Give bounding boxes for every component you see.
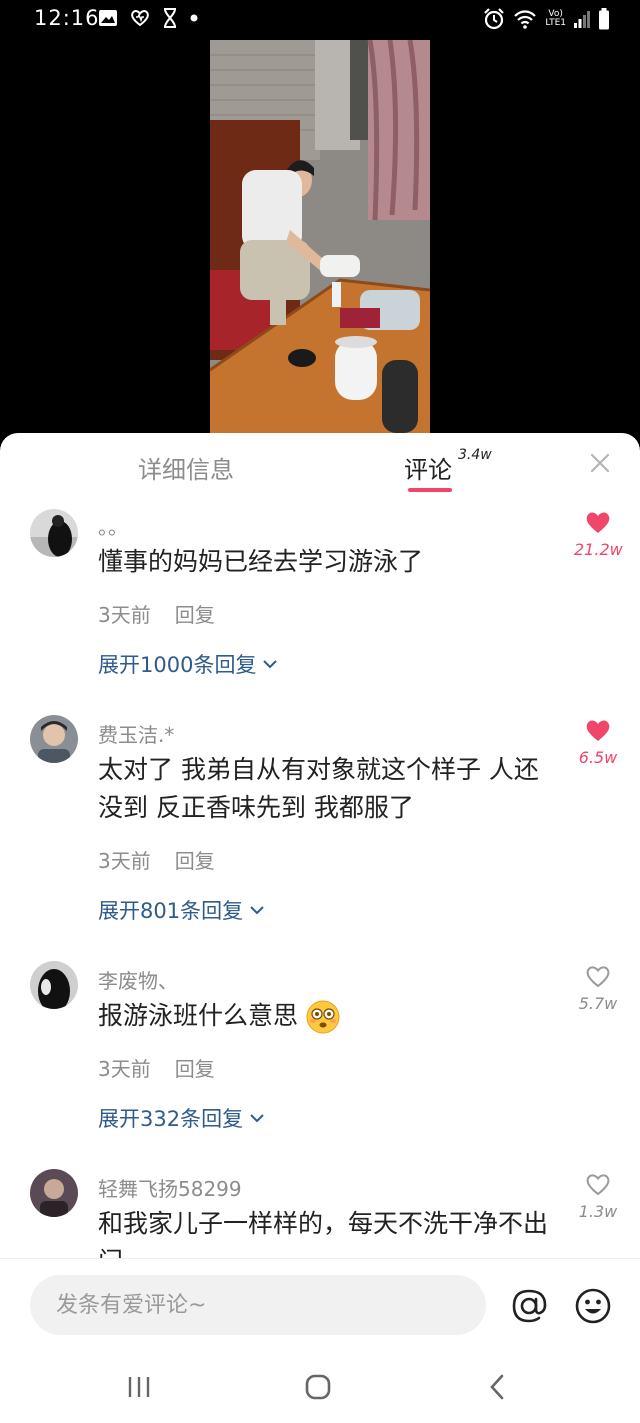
like-count: 6.5w bbox=[578, 748, 618, 767]
like-count: 21.2w bbox=[574, 540, 623, 559]
video-player[interactable] bbox=[210, 40, 430, 433]
alarm-icon bbox=[484, 8, 505, 30]
heart-outline-icon bbox=[586, 966, 610, 988]
dot-icon bbox=[190, 14, 198, 22]
reply-button[interactable]: 回复 bbox=[175, 1057, 215, 1081]
chevron-down-icon bbox=[250, 906, 264, 915]
wifi-icon bbox=[514, 10, 537, 29]
like-button[interactable]: 5.7w bbox=[574, 965, 622, 1013]
comment-username[interactable]: 李废物、 bbox=[98, 965, 178, 994]
like-button[interactable]: 1.3w bbox=[574, 1173, 622, 1221]
comment-text: 报游泳班什么意思 bbox=[98, 1001, 299, 1030]
comment-meta: 3天前 回复 bbox=[98, 1053, 215, 1082]
like-button[interactable]: 21.2w bbox=[574, 511, 623, 559]
battery-icon bbox=[599, 8, 609, 30]
tab-comments-label: 评论 bbox=[404, 456, 452, 484]
signal-icon bbox=[574, 11, 590, 28]
expand-replies-button[interactable]: 展开332条回复 bbox=[98, 1103, 265, 1133]
chevron-down-icon bbox=[263, 660, 278, 669]
comment-meta: 3天前 回复 bbox=[98, 599, 215, 628]
expand-replies-button[interactable]: 展开1000条回复 bbox=[98, 649, 278, 679]
heart-notification-icon bbox=[131, 10, 149, 27]
comments-count: 3.4w bbox=[458, 447, 492, 463]
like-count: 1.3w bbox=[578, 1202, 618, 1221]
comment-text: 懂事的妈妈已经去学习游泳了 bbox=[98, 547, 424, 576]
dizzy-face-emoji-icon bbox=[306, 1000, 340, 1034]
comment-text-row: 报游泳班什么意思 bbox=[98, 997, 548, 1035]
active-tab-indicator bbox=[408, 488, 452, 492]
network-label-bottom: LTE1 bbox=[545, 18, 566, 28]
expand-replies-label: 展开801条回复 bbox=[98, 899, 244, 923]
image-icon bbox=[99, 10, 117, 26]
comment-username[interactable]: 费玉洁.* bbox=[98, 719, 174, 748]
comment-time: 3天前 bbox=[98, 603, 151, 627]
comment-time: 3天前 bbox=[98, 1057, 151, 1081]
like-button[interactable]: 6.5w bbox=[574, 719, 622, 767]
back-icon[interactable] bbox=[486, 1373, 508, 1401]
comment-input[interactable] bbox=[30, 1275, 486, 1335]
status-bar: 12:16 Vo) LTE1 bbox=[0, 0, 640, 40]
heart-outline-icon bbox=[586, 1174, 610, 1196]
comment-meta: 3天前 回复 bbox=[98, 845, 215, 874]
chevron-down-icon bbox=[250, 1114, 264, 1123]
avatar[interactable] bbox=[30, 715, 78, 763]
tab-bar: 详细信息 评论 3.4w bbox=[0, 433, 640, 495]
reply-button[interactable]: 回复 bbox=[175, 603, 215, 627]
heart-filled-icon bbox=[586, 720, 610, 741]
hourglass-icon bbox=[164, 8, 176, 28]
volte-lte-icon: Vo) LTE1 bbox=[545, 10, 566, 28]
like-count: 5.7w bbox=[578, 994, 618, 1013]
expand-replies-label: 展开1000条回复 bbox=[98, 653, 257, 677]
recent-apps-icon[interactable] bbox=[126, 1374, 152, 1400]
tab-details[interactable]: 详细信息 bbox=[138, 450, 234, 485]
comment-username[interactable]: 轻舞飞扬58299 bbox=[98, 1173, 242, 1202]
comment-username[interactable]: 。。 bbox=[98, 511, 128, 540]
avatar[interactable] bbox=[30, 961, 78, 1009]
system-nav-bar bbox=[0, 1358, 640, 1422]
close-icon[interactable] bbox=[586, 449, 614, 477]
heart-filled-icon bbox=[586, 512, 610, 533]
mention-at-icon[interactable] bbox=[510, 1287, 548, 1325]
status-time: 12:16 bbox=[34, 6, 100, 30]
reply-button[interactable]: 回复 bbox=[175, 849, 215, 873]
avatar[interactable] bbox=[30, 509, 78, 557]
tab-comments[interactable]: 评论 3.4w bbox=[404, 447, 492, 485]
expand-replies-button[interactable]: 展开801条回复 bbox=[98, 895, 265, 925]
home-icon[interactable] bbox=[304, 1373, 332, 1401]
expand-replies-label: 展开332条回复 bbox=[98, 1107, 244, 1131]
comment-text: 太对了 我弟自从有对象就这个样子 人还没到 反正香味先到 我都服了 bbox=[98, 755, 539, 822]
comment-time: 3天前 bbox=[98, 849, 151, 873]
video-frame bbox=[210, 40, 430, 433]
avatar[interactable] bbox=[30, 1169, 78, 1217]
emoji-smile-icon[interactable] bbox=[574, 1287, 612, 1325]
